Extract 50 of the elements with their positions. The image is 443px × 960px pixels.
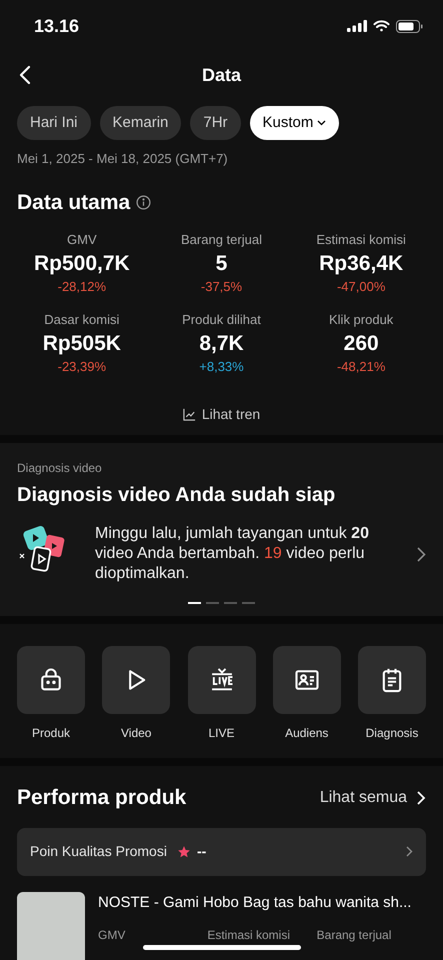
product-metric-label: Barang terjual — [316, 927, 392, 944]
signal-icon — [347, 20, 367, 32]
product-metric-label: Estimasi komisi — [207, 927, 292, 944]
metric-change: -23,39% — [58, 358, 106, 376]
metric-change: -47,00% — [336, 278, 386, 296]
metric-change: -28,12% — [58, 278, 106, 296]
metric-label: GMV — [67, 231, 97, 249]
diagnosis-message: Minggu lalu, jumlah tayangan untuk 20 video Anda bertambah. 19 video perlu dioptimalkan. — [95, 524, 370, 584]
date-range-chip[interactable]: 7Hr — [190, 106, 241, 140]
metric-change: -37,5% — [200, 278, 242, 296]
metric-change: -48,21% — [336, 358, 386, 376]
wifi-icon — [373, 20, 390, 32]
product-name: NOSTE - Gami Hobo Bag tas bahu wanita sh... — [98, 892, 412, 912]
metric-value: 260 — [344, 330, 379, 356]
diagnosis-title: Diagnosis video Anda sudah siap — [17, 483, 336, 508]
date-range-chip[interactable]: Hari Ini — [17, 106, 91, 140]
section-title: Data utama — [17, 190, 130, 216]
line-chart-icon — [182, 408, 196, 421]
chevron-down-icon — [317, 120, 326, 126]
metric-value: 5 — [216, 250, 228, 276]
metric-value: 8,7K — [199, 330, 244, 356]
date-range-chip[interactable]: Kustom — [250, 106, 340, 140]
date-range-text: Mei 1, 2025 - Mei 18, 2025 (GMT+7) — [16, 150, 229, 168]
product-metric-label: GMV — [98, 927, 126, 944]
promo-score-value: -- — [196, 842, 206, 861]
diagnosis-card[interactable]: Diagnosis video Diagnosis video Anda sudah siap Minggu lalu, jumlah tayangan untuk 20 video Anda bertambah. 19 video perlu dioptimalkan. — [0, 443, 443, 616]
status-time: 13.16 — [34, 14, 80, 38]
date-range-chip[interactable]: Kemarin — [100, 106, 182, 140]
battery-icon — [396, 20, 423, 32]
section-title: Performa produk — [17, 785, 186, 811]
metric-value: Rp36,4K — [319, 250, 404, 276]
metric-label: Produk dilihat — [182, 311, 261, 329]
info-icon[interactable] — [136, 194, 152, 210]
star-icon — [176, 844, 191, 858]
diagnosis-label: Diagnosis video — [17, 460, 103, 477]
page-title: Data — [202, 64, 241, 86]
see-trend-link[interactable]: Lihat tren — [182, 404, 260, 425]
chevron-right-icon[interactable] — [417, 546, 426, 562]
chevron-right-icon — [406, 846, 413, 857]
metric-value: Rp500,7K — [34, 250, 130, 276]
metric-label: Klik produk — [329, 311, 394, 329]
chevron-right-icon — [417, 790, 426, 805]
product-photo-placeholder — [17, 892, 85, 960]
see-all-link[interactable]: Lihat semua — [320, 786, 426, 810]
metric-value: Rp505K — [42, 330, 121, 356]
metric-label: Dasar komisi — [44, 311, 120, 329]
metric-label: Barang terjual — [181, 231, 262, 249]
metric-label: Estimasi komisi — [316, 231, 406, 249]
promo-score-row[interactable]: Poin Kualitas Promosi -- — [17, 828, 426, 876]
metric-change: +8,33% — [199, 358, 244, 376]
